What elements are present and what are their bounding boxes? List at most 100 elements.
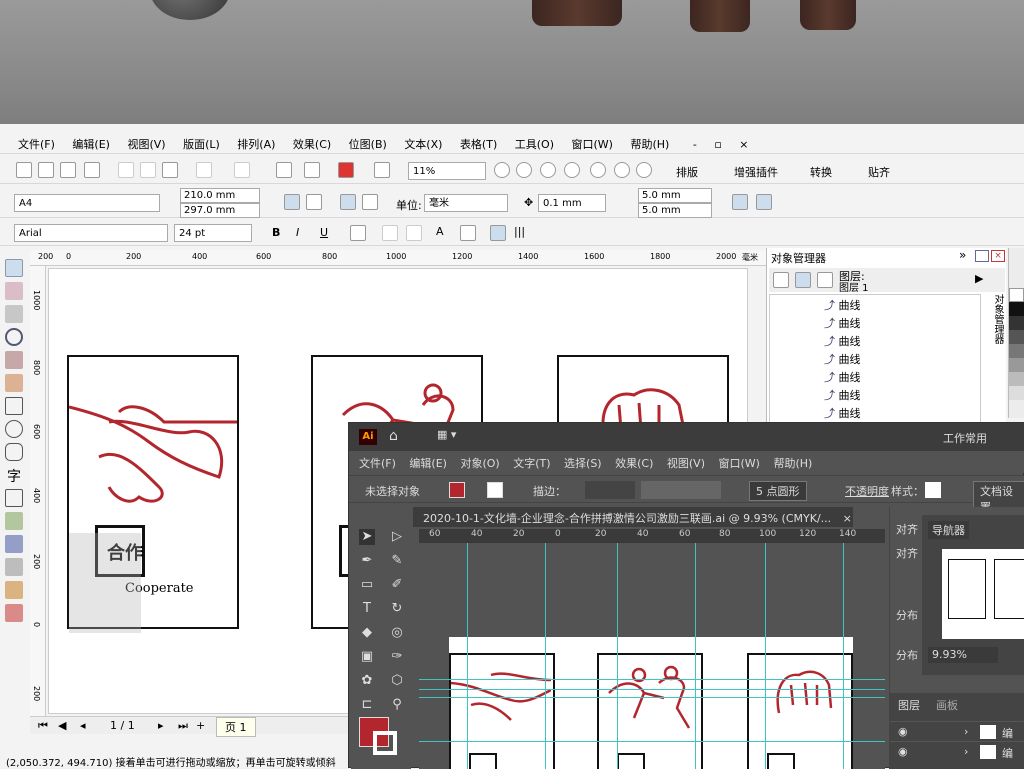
publish-pdf-icon[interactable] [338, 162, 354, 178]
visibility-icon[interactable]: ◉ [898, 745, 908, 758]
ai-menu-file[interactable]: 文件(F) [359, 457, 396, 470]
palette-swatch[interactable] [1009, 386, 1024, 400]
snap-button[interactable]: 贴齐 [868, 164, 890, 180]
smart-fill-icon[interactable] [5, 374, 23, 392]
redo-icon[interactable] [234, 162, 250, 178]
shape-tool-icon[interactable] [5, 282, 23, 300]
duplicate-y-input[interactable]: 5.0 mm [638, 203, 712, 218]
direct-selection-icon[interactable]: ▷ [389, 529, 405, 545]
prev-page-icon[interactable]: ◀ [58, 719, 66, 732]
close-button[interactable]: × [739, 138, 748, 151]
type-tool-icon[interactable]: T [359, 601, 375, 617]
panel-close-icon[interactable]: × [991, 250, 1005, 262]
brush-tool-icon[interactable]: ✐ [389, 577, 405, 593]
cut-icon[interactable] [118, 162, 134, 178]
zoom-tool-icon[interactable]: ⚲ [389, 697, 405, 713]
landscape-icon[interactable] [306, 194, 322, 210]
paste-icon[interactable] [162, 162, 178, 178]
document-tab[interactable]: 2020-10-1-文化墙-企业理念-合作拼搏激情公司激励三联画.ai @ 9.… [413, 507, 853, 527]
ellipse-tool-icon[interactable] [5, 420, 23, 438]
zoom-all-icon[interactable] [564, 162, 580, 178]
bold-icon[interactable]: B [272, 226, 280, 239]
list-item[interactable]: ⤴ 曲线 [824, 297, 861, 313]
palette-swatch[interactable] [1009, 344, 1024, 358]
interactive-fill-icon[interactable] [5, 604, 23, 622]
layer-manager-icon[interactable] [817, 272, 833, 288]
next-page-icon[interactable]: ▸ [158, 719, 164, 732]
style-swatch[interactable] [925, 482, 941, 498]
navigator-tab[interactable]: 导航器 [928, 521, 969, 539]
list-item[interactable]: ⤴ 曲线 [824, 369, 861, 385]
list-item[interactable]: ⤴ 曲线 [824, 315, 861, 331]
palette-swatch[interactable] [1009, 302, 1024, 316]
rectangle-tool-icon[interactable]: ▭ [359, 577, 375, 593]
rotate-tool-icon[interactable]: ↻ [389, 601, 405, 617]
menu-layout[interactable]: 版面(L) [183, 136, 220, 152]
page-width-input[interactable]: 210.0 mm [180, 188, 260, 203]
add-page-icon[interactable]: + [196, 719, 205, 732]
symbol-sprayer-icon[interactable]: ✿ [359, 673, 375, 689]
underline-icon[interactable]: U [320, 226, 328, 239]
expand-icon[interactable]: › [964, 745, 968, 758]
ai-card-strive[interactable] [597, 653, 703, 769]
menu-bitmaps[interactable]: 位图(B) [349, 136, 387, 152]
ai-menu-help[interactable]: 帮助(H) [773, 457, 812, 470]
duplicate-x-input[interactable]: 5.0 mm [638, 188, 712, 203]
zoom-page-icon[interactable] [590, 162, 606, 178]
show-properties-icon[interactable] [773, 272, 789, 288]
crop-tool-icon[interactable] [5, 305, 23, 323]
edit-across-layers-icon[interactable] [795, 272, 811, 288]
prev-page-arrow-icon[interactable]: ◂ [80, 719, 86, 732]
shape-builder-icon[interactable]: ⬡ [389, 673, 405, 689]
artwork-card-cooperate[interactable]: 合作 Cooperate [67, 355, 239, 633]
navigator-zoom-input[interactable]: 9.93% [928, 647, 998, 663]
font-family-select[interactable]: Arial [14, 224, 168, 242]
snap-page-icon[interactable] [732, 194, 748, 210]
palette-swatch-none[interactable] [1009, 288, 1024, 302]
eyedropper-icon[interactable]: ✑ [389, 649, 405, 665]
last-page-icon[interactable]: ⏭ [178, 719, 188, 733]
freehand-tool-icon[interactable] [5, 351, 23, 369]
bullets-icon[interactable] [382, 225, 398, 241]
variable-width-select[interactable] [641, 481, 721, 499]
stroke-weight-input[interactable] [585, 481, 635, 499]
home-icon[interactable]: ⌂ [389, 428, 398, 444]
list-item[interactable]: ⤴ 曲线 [824, 333, 861, 349]
restore-button[interactable]: ▫ [714, 138, 721, 151]
document-close-icon[interactable]: × [843, 512, 852, 525]
ai-menu-edit[interactable]: 编辑(E) [409, 457, 447, 470]
all-pages-icon[interactable] [340, 194, 356, 210]
palette-swatch[interactable] [1009, 358, 1024, 372]
brush-select[interactable]: 5 点圆形 [749, 481, 807, 501]
export-icon[interactable] [304, 162, 320, 178]
zoom-height-icon[interactable] [636, 162, 652, 178]
menu-effects[interactable]: 效果(C) [293, 136, 331, 152]
stroke-color-box[interactable] [373, 731, 397, 755]
palette-swatch[interactable] [1009, 316, 1024, 330]
parallel-dimension-icon[interactable] [5, 512, 23, 530]
artboard-tool-icon[interactable]: ⊏ [359, 697, 375, 713]
save-icon[interactable] [60, 162, 76, 178]
zoom-out-icon[interactable] [516, 162, 532, 178]
menu-table[interactable]: 表格(T) [460, 136, 497, 152]
edit-text-icon[interactable] [460, 225, 476, 241]
object-manager-side-tab[interactable]: 对象管理器 [987, 294, 1005, 414]
menu-edit[interactable]: 编辑(E) [72, 136, 110, 152]
ai-menu-object[interactable]: 对象(O) [460, 457, 499, 470]
ai-card-passion[interactable] [747, 653, 853, 769]
page-height-input[interactable]: 297.0 mm [180, 203, 260, 218]
portrait-icon[interactable] [284, 194, 300, 210]
layers-tab[interactable]: 图层 [898, 697, 920, 713]
color-palette-strip[interactable] [1008, 248, 1024, 418]
zoom-tool-icon[interactable] [5, 328, 23, 346]
arrange-documents-icon[interactable]: ▦ ▾ [437, 428, 456, 441]
enhance-plugin-button[interactable]: 增强插件 [734, 164, 778, 180]
warp-tool-icon[interactable]: ◎ [389, 625, 405, 641]
layer-menu-icon[interactable]: ▶ [975, 272, 983, 285]
page-tab[interactable]: 页 1 [216, 717, 256, 737]
layer-row[interactable]: ◉ › 编 [890, 721, 1024, 741]
print-icon[interactable] [84, 162, 100, 178]
workspace-switcher[interactable]: 工作常用 [943, 430, 987, 446]
palette-swatch[interactable] [1009, 330, 1024, 344]
open-icon[interactable] [38, 162, 54, 178]
